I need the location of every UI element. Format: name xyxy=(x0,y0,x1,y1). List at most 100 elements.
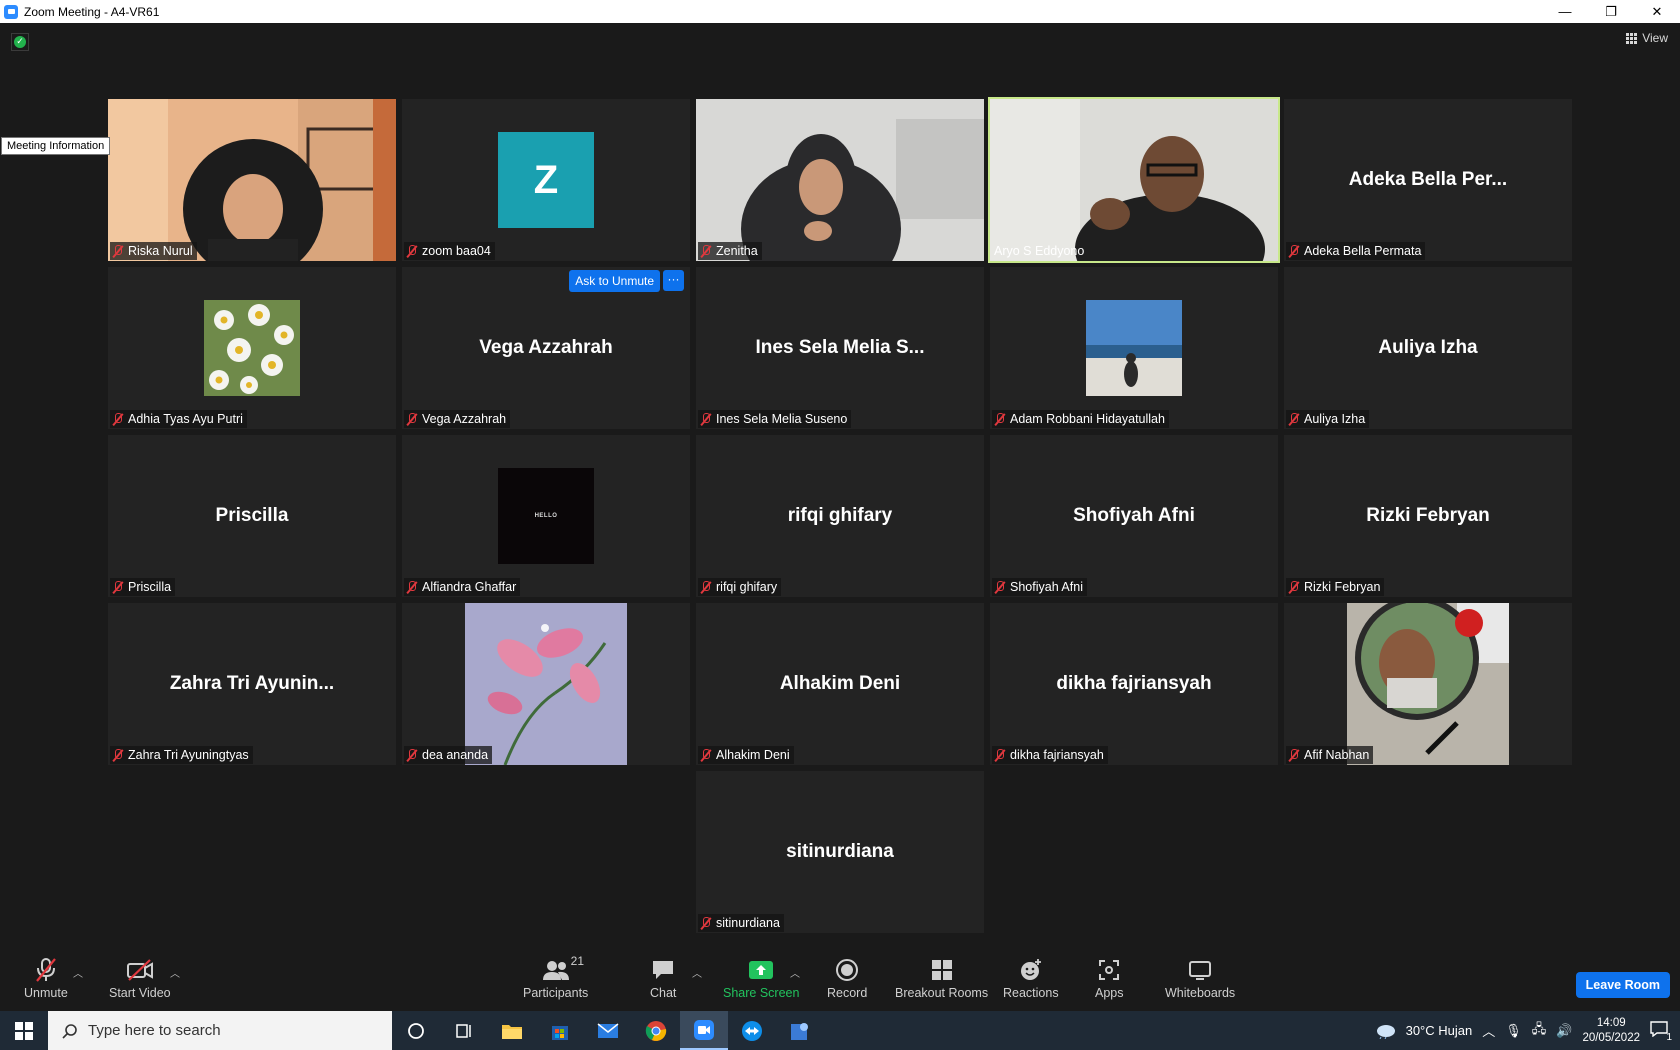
video-tile-active-speaker[interactable]: Aryo S Eddyono xyxy=(988,97,1280,263)
avatar: Z xyxy=(498,132,594,228)
chat-options-caret[interactable]: ︿ xyxy=(692,965,702,980)
video-tile[interactable]: Adam Robbani Hidayatullah xyxy=(990,267,1278,429)
video-options-caret[interactable]: ︿ xyxy=(170,965,180,980)
video-tile[interactable]: Alhakim Deni Alhakim Deni xyxy=(696,603,984,765)
people-app-taskbar-icon[interactable] xyxy=(776,1011,824,1050)
video-tile[interactable]: Zenitha xyxy=(696,99,984,261)
participant-name-label: Rizki Febryan xyxy=(1286,578,1385,596)
taskbar-search-box[interactable]: Type here to search xyxy=(48,1011,392,1050)
participant-name-label: rifqi ghifary xyxy=(698,578,782,596)
file-explorer-taskbar-icon[interactable] xyxy=(488,1011,536,1050)
mic-muted-icon xyxy=(994,748,1006,762)
video-tile[interactable]: dea ananda xyxy=(402,603,690,765)
participants-button[interactable]: 21 Participants xyxy=(523,954,588,1000)
participant-name-label: Auliya Izha xyxy=(1286,410,1370,428)
video-tile[interactable]: Afif Nabhan xyxy=(1284,603,1572,765)
windows-taskbar: Type here to search 30°C Hujan ︿ 🎙 🖧 🔊 1… xyxy=(0,1011,1680,1050)
window-titlebar: Zoom Meeting - A4-VR61 — ❐ ✕ xyxy=(0,0,1680,23)
notification-center-icon[interactable]: 1 xyxy=(1650,1020,1672,1043)
participant-name-label: Adeka Bella Permata xyxy=(1286,242,1426,260)
microphone-icon[interactable]: 🎙 xyxy=(1505,1023,1522,1039)
volume-icon[interactable]: 🔊 xyxy=(1556,1023,1572,1039)
video-tile[interactable]: Zahra Tri Ayunin... Zahra Tri Ayuningtya… xyxy=(108,603,396,765)
video-tile[interactable]: sitinurdiana sitinurdiana xyxy=(696,771,984,933)
zoom-app-icon xyxy=(4,4,18,19)
zoom-taskbar-icon[interactable] xyxy=(680,1011,728,1050)
mic-muted-icon xyxy=(1288,244,1300,258)
mic-muted-icon xyxy=(1288,748,1300,762)
teamviewer-taskbar-icon[interactable] xyxy=(728,1011,776,1050)
chrome-taskbar-icon[interactable] xyxy=(632,1011,680,1050)
mic-muted-icon xyxy=(994,412,1006,426)
whiteboard-icon xyxy=(1189,961,1212,980)
unmute-button[interactable]: Unmute xyxy=(24,957,68,1000)
participant-name-label: dea ananda xyxy=(404,746,493,764)
whiteboards-button[interactable]: Whiteboards xyxy=(1165,957,1235,1000)
apps-icon xyxy=(1099,960,1120,980)
show-hidden-icons-chevron-icon[interactable]: ︿ xyxy=(1482,1021,1495,1040)
task-view-button[interactable] xyxy=(440,1011,488,1050)
audio-options-caret[interactable]: ︿ xyxy=(73,965,83,980)
video-tile[interactable]: Auliya Izha Auliya Izha xyxy=(1284,267,1572,429)
video-tile[interactable]: Ask to Unmute ··· Vega Azzahrah Vega Azz… xyxy=(402,267,690,429)
share-options-caret[interactable]: ︿ xyxy=(790,965,800,980)
reactions-button[interactable]: Reactions xyxy=(1003,957,1059,1000)
start-video-button[interactable]: Start Video xyxy=(109,957,171,1000)
minimize-button[interactable]: — xyxy=(1542,0,1588,23)
weather-text[interactable]: 30°C Hujan xyxy=(1406,1023,1473,1038)
share-screen-button[interactable]: Share Screen xyxy=(723,957,799,1000)
mic-muted-icon xyxy=(1288,412,1300,426)
restore-button[interactable]: ❐ xyxy=(1588,0,1634,23)
participant-name-label: Shofiyah Afni xyxy=(992,578,1087,596)
participant-display-name: Vega Azzahrah xyxy=(479,337,613,358)
video-tile[interactable]: Rizki Febryan Rizki Febryan xyxy=(1284,435,1572,597)
breakout-rooms-icon xyxy=(931,960,952,980)
close-button[interactable]: ✕ xyxy=(1634,0,1680,23)
apps-button[interactable]: Apps xyxy=(1095,957,1124,1000)
view-button[interactable]: View xyxy=(1626,31,1668,45)
video-tile[interactable]: Ines Sela Melia S... Ines Sela Melia Sus… xyxy=(696,267,984,429)
participant-display-name: dikha fajriansyah xyxy=(1056,673,1212,694)
leave-room-button[interactable]: Leave Room xyxy=(1575,972,1670,998)
video-tile[interactable]: Shofiyah Afni Shofiyah Afni xyxy=(990,435,1278,597)
participant-display-name: Adeka Bella Per... xyxy=(1348,169,1508,190)
record-button[interactable]: Record xyxy=(827,957,867,1000)
video-tile[interactable]: Adhia Tyas Ayu Putri xyxy=(108,267,396,429)
window-title: Zoom Meeting - A4-VR61 xyxy=(24,4,160,19)
breakout-rooms-button[interactable]: Breakout Rooms xyxy=(895,957,988,1000)
video-tile[interactable]: Adeka Bella Per... Adeka Bella Permata xyxy=(1284,99,1572,261)
chat-icon xyxy=(653,961,674,979)
participant-name-label: Ines Sela Melia Suseno xyxy=(698,410,852,428)
participant-display-name: Ines Sela Melia S... xyxy=(755,337,925,358)
ask-to-unmute-button[interactable]: Ask to Unmute xyxy=(569,270,660,292)
participant-name-label: Adam Robbani Hidayatullah xyxy=(992,410,1169,428)
meeting-toolbar: Unmute ︿ Start Video ︿ 21 Participants C… xyxy=(0,945,1680,1011)
video-tile[interactable]: rifqi ghifary rifqi ghifary xyxy=(696,435,984,597)
network-icon[interactable]: 🖧 xyxy=(1532,1020,1547,1042)
mic-muted-icon xyxy=(112,580,124,594)
security-shield-icon[interactable]: ✓ xyxy=(11,33,29,51)
more-options-button[interactable]: ··· xyxy=(663,270,684,291)
video-tile[interactable]: Z zoom baa04 xyxy=(402,99,690,261)
store-taskbar-icon[interactable] xyxy=(536,1011,584,1050)
video-tile[interactable]: HELLO Alfiandra Ghaffar xyxy=(402,435,690,597)
video-tile[interactable]: dikha fajriansyah dikha fajriansyah xyxy=(990,603,1278,765)
participant-display-name: Rizki Febryan xyxy=(1366,505,1490,526)
video-tile[interactable]: Riska Nurul xyxy=(108,99,396,261)
start-button[interactable] xyxy=(0,1011,48,1050)
video-tile[interactable]: Priscilla Priscilla xyxy=(108,435,396,597)
window-controls: — ❐ ✕ xyxy=(1542,0,1680,23)
avatar xyxy=(204,300,300,396)
mic-muted-icon xyxy=(700,916,712,930)
participant-display-name: Shofiyah Afni xyxy=(1073,505,1195,526)
participant-name-label: sitinurdiana xyxy=(698,914,784,932)
video-off-icon xyxy=(126,959,153,981)
mic-muted-icon xyxy=(112,412,124,426)
mail-taskbar-icon[interactable] xyxy=(584,1011,632,1050)
participant-video xyxy=(108,99,396,261)
chat-button[interactable]: Chat xyxy=(650,957,676,1000)
mic-muted-icon xyxy=(700,412,712,426)
cortana-button[interactable] xyxy=(392,1011,440,1050)
meeting-area: ✓ View Meeting Information Riska Nurul Z… xyxy=(0,23,1680,945)
taskbar-clock[interactable]: 14:09 20/05/2022 xyxy=(1582,1016,1640,1046)
